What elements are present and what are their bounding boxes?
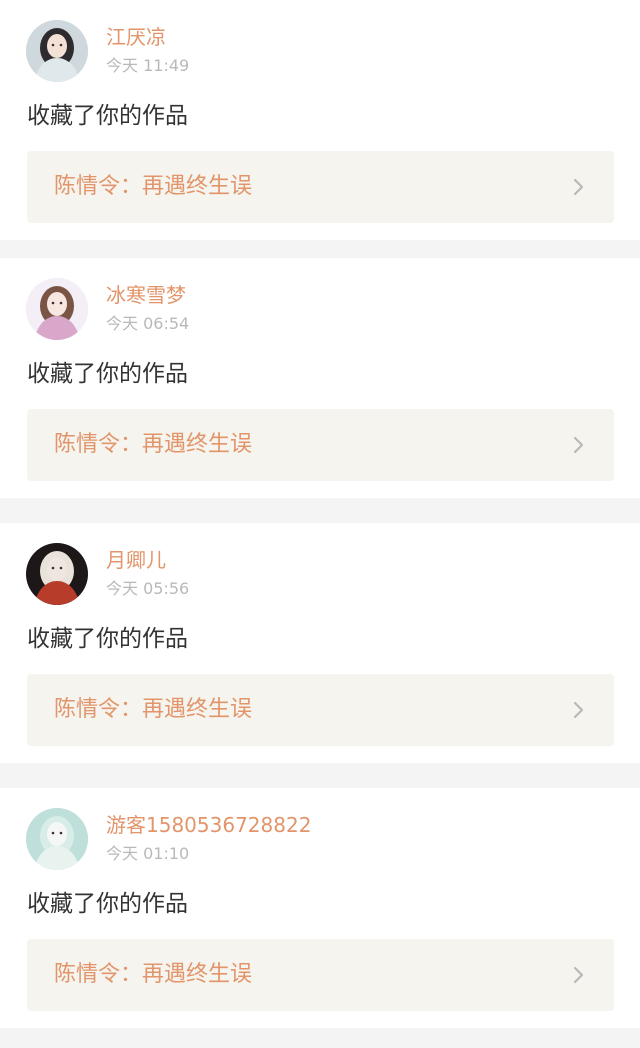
chevron-right-icon: [573, 701, 584, 719]
work-title: 陈情令：再遇终生误: [54, 697, 253, 722]
notification-feed: 江厌凉 今天 11:49 收藏了你的作品 陈情令：再遇终生误 冰寒雪梦 今天 0…: [0, 0, 640, 1048]
avatar[interactable]: [26, 20, 88, 82]
username[interactable]: 江厌凉: [106, 24, 166, 50]
chevron-right-icon: [573, 966, 584, 984]
avatar-girl-mint: [26, 808, 88, 870]
timestamp: 今天 06:54: [106, 314, 190, 333]
action-text: 收藏了你的作品: [27, 626, 188, 652]
work-link[interactable]: 陈情令：再遇终生误: [27, 939, 614, 1011]
avatar-girl-pink-dress: [26, 278, 88, 340]
username[interactable]: 冰寒雪梦: [106, 282, 186, 308]
username[interactable]: 游客1580536728822: [106, 812, 311, 838]
work-title: 陈情令：再遇终生误: [54, 174, 253, 199]
avatar[interactable]: [26, 278, 88, 340]
notification-card: 江厌凉 今天 11:49 收藏了你的作品 陈情令：再遇终生误: [0, 0, 640, 240]
notification-card: 冰寒雪梦 今天 06:54 收藏了你的作品 陈情令：再遇终生误: [0, 258, 640, 498]
avatar[interactable]: [26, 543, 88, 605]
timestamp: 今天 01:10: [106, 844, 190, 863]
timestamp: 今天 11:49: [106, 56, 190, 75]
timestamp: 今天 05:56: [106, 579, 190, 598]
action-text: 收藏了你的作品: [27, 361, 188, 387]
work-title: 陈情令：再遇终生误: [54, 962, 253, 987]
work-link[interactable]: 陈情令：再遇终生误: [27, 674, 614, 746]
avatar[interactable]: [26, 808, 88, 870]
action-text: 收藏了你的作品: [27, 891, 188, 917]
work-link[interactable]: 陈情令：再遇终生误: [27, 409, 614, 481]
avatar-girl-white-robe: [26, 20, 88, 82]
avatar-girl-red-dark: [26, 543, 88, 605]
action-text: 收藏了你的作品: [27, 103, 188, 129]
work-title: 陈情令：再遇终生误: [54, 432, 253, 457]
work-link[interactable]: 陈情令：再遇终生误: [27, 151, 614, 223]
chevron-right-icon: [573, 436, 584, 454]
notification-card: 月卿儿 今天 05:56 收藏了你的作品 陈情令：再遇终生误: [0, 523, 640, 763]
chevron-right-icon: [573, 178, 584, 196]
username[interactable]: 月卿儿: [106, 547, 166, 573]
notification-card: 游客1580536728822 今天 01:10 收藏了你的作品 陈情令：再遇终…: [0, 788, 640, 1028]
